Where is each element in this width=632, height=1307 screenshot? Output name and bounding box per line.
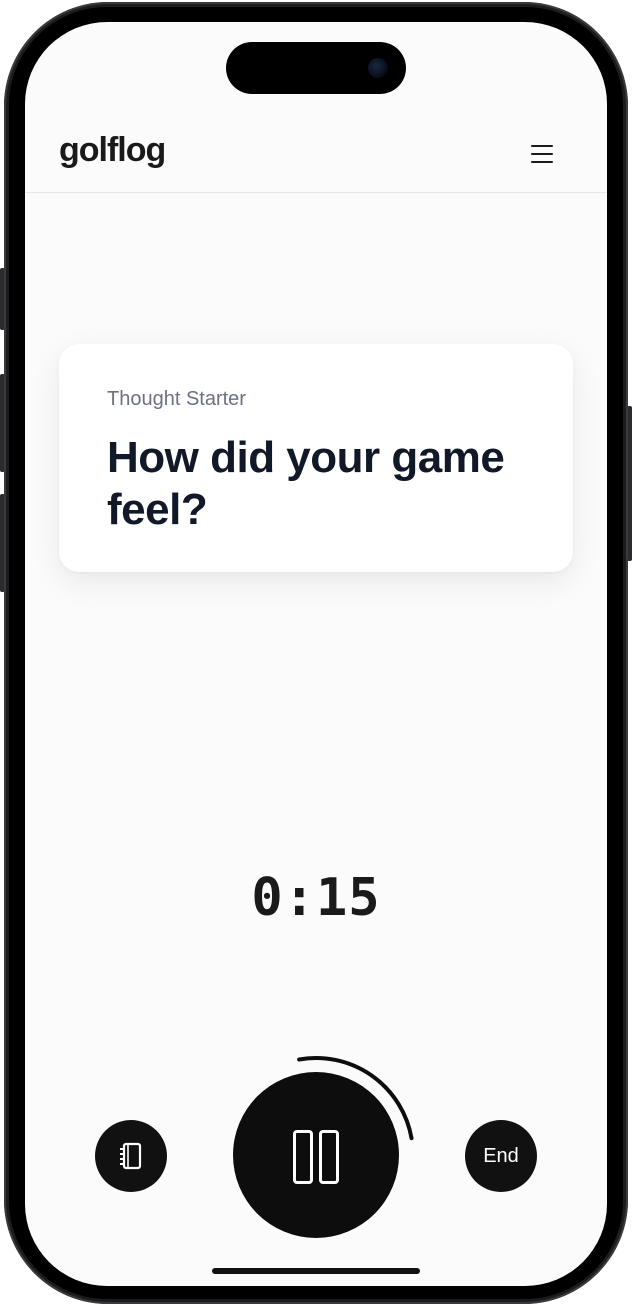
dynamic-island — [226, 42, 406, 94]
card-question: How did your game feel? — [107, 433, 505, 534]
notebook-button[interactable] — [95, 1120, 167, 1192]
thought-starter-card: Thought Starter How did your game feel? — [59, 344, 573, 572]
app-screen: golflog Thought Starter How did your gam… — [25, 22, 607, 1286]
end-button[interactable]: End — [465, 1120, 537, 1192]
card-label: Thought Starter — [107, 388, 246, 410]
app-header: golflog — [25, 117, 607, 193]
app-logo[interactable]: golflog — [59, 131, 166, 170]
camera-icon — [368, 58, 388, 78]
pause-button[interactable] — [233, 1072, 399, 1238]
home-indicator[interactable] — [212, 1268, 420, 1274]
recording-timer: 0:15 — [251, 868, 381, 928]
phone-device: golflog Thought Starter How did your gam… — [0, 0, 632, 1307]
notebook-icon — [120, 1142, 142, 1170]
hamburger-menu-icon[interactable] — [525, 137, 559, 171]
